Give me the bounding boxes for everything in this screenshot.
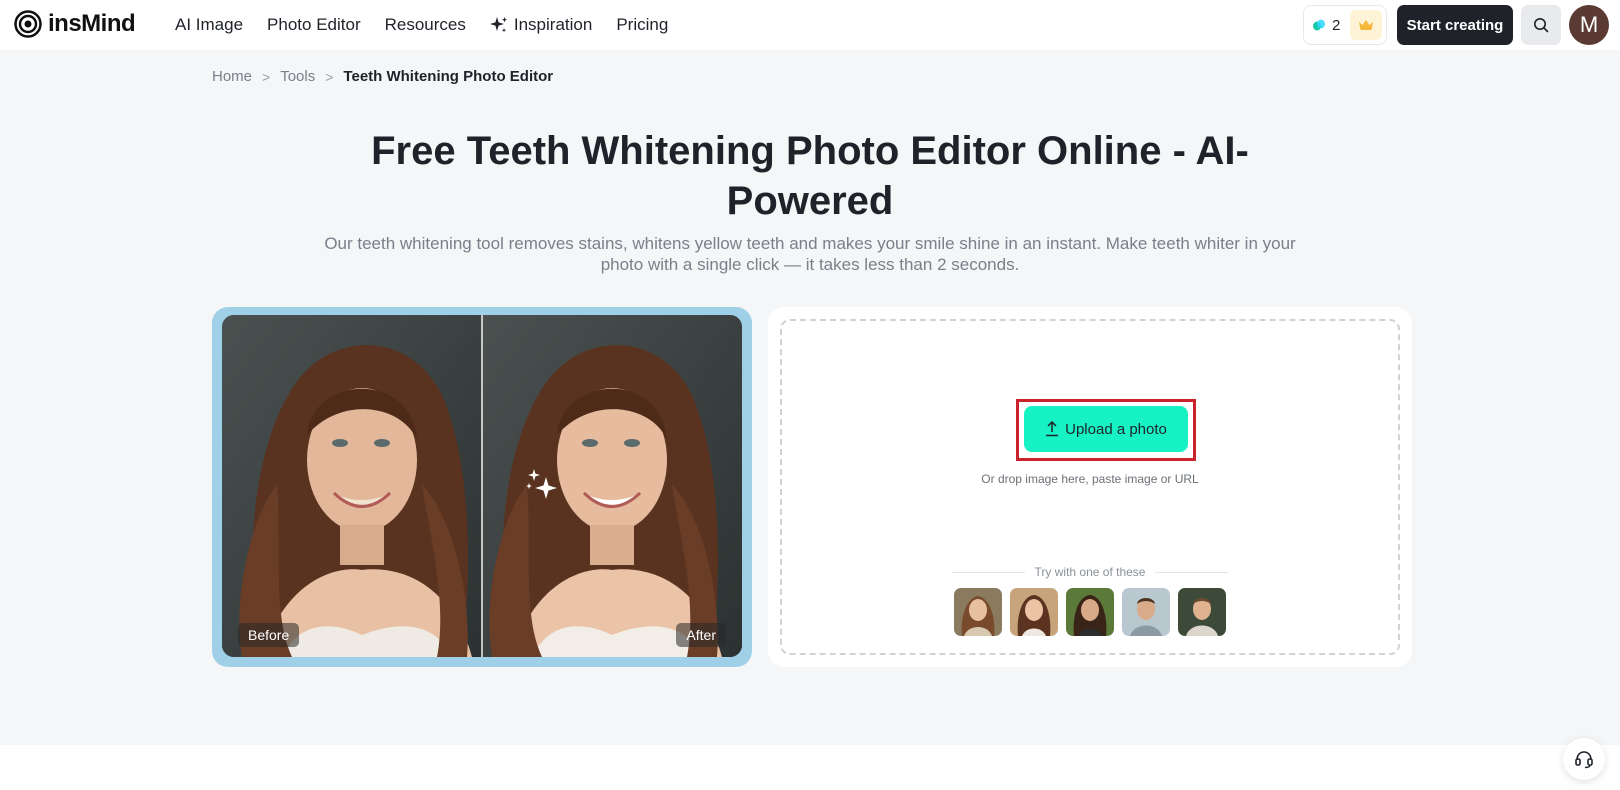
drop-zone[interactable]: Upload a photo Or drop image here, paste… [780,319,1400,655]
nav-item-pricing[interactable]: Pricing [616,15,668,35]
search-icon [1534,18,1549,33]
start-creating-button[interactable]: Start creating [1397,5,1513,45]
breadcrumb-home[interactable]: Home [212,68,252,85]
crown-icon [1359,20,1374,30]
search-button[interactable] [1521,5,1561,45]
comparison-image: Before After [222,315,742,657]
user-avatar[interactable]: M [1569,5,1609,45]
brand-name: insMind [48,10,136,37]
nav-item-inspiration[interactable]: Inspiration [489,15,593,35]
sparkle-icon [526,469,557,499]
credits-icon [1313,19,1325,31]
page-subtitle: Our teeth whitening tool removes stains,… [324,234,1296,274]
before-label: Before [238,623,300,647]
sample-image-2[interactable] [1010,588,1058,636]
try-label: Try with one of these [1034,565,1146,579]
nav-label: Inspiration [513,15,593,34]
page-title: Free Teeth Whitening Photo Editor Online… [371,129,1249,223]
before-image [222,315,482,657]
breadcrumb: Home > Tools > Teeth Whitening Photo Edi… [212,68,553,85]
top-navbar: insMind AI Image Photo Editor Resources … [0,0,1620,50]
divider-line [952,571,1025,573]
sample-images [954,588,1226,636]
sample-image-5[interactable] [1178,588,1226,636]
nav-label: AI Image [175,15,244,34]
headset-icon [1575,751,1593,769]
nav-label: Photo Editor [267,15,361,34]
premium-crown-button[interactable] [1350,10,1383,40]
main-content: Home > Tools > Teeth Whitening Photo Edi… [0,50,1620,745]
breadcrumb-separator: > [262,68,271,85]
sample-image-4[interactable] [1122,588,1170,636]
drop-hint: Or drop image here, paste image or URL [981,472,1199,486]
upload-button-label: Upload a photo [1065,420,1167,438]
nav-item-ai-image[interactable]: AI Image [175,15,243,35]
nav-item-resources[interactable]: Resources [385,15,466,35]
after-label: After [676,623,726,647]
breadcrumb-tools[interactable]: Tools [280,68,315,85]
logo-icon [14,10,42,38]
breadcrumb-separator: > [325,68,334,85]
upload-icon [1046,421,1059,437]
credits-widget[interactable]: 2 [1303,5,1387,45]
upload-photo-button[interactable]: Upload a photo [1024,406,1188,452]
before-after-preview: Before After [212,307,752,667]
nav-item-photo-editor[interactable]: Photo Editor [267,15,361,35]
try-samples-heading: Try with one of these [952,565,1229,579]
comparison-divider[interactable] [481,315,483,657]
nav-label: Pricing [616,15,669,34]
brand-logo[interactable]: insMind [14,10,136,38]
sparkle-icon [489,17,508,33]
sample-image-3[interactable] [1066,588,1114,636]
nav-label: Resources [384,15,466,34]
breadcrumb-current: Teeth Whitening Photo Editor [343,68,554,85]
divider-line [1155,571,1229,573]
sample-image-1[interactable] [954,588,1002,636]
support-chat-button[interactable] [1563,738,1605,780]
after-image [482,315,742,657]
main-nav: AI Image Photo Editor Resources Inspirat… [175,0,668,50]
credits-count: 2 [1332,16,1341,34]
upload-panel: Upload a photo Or drop image here, paste… [768,307,1412,667]
